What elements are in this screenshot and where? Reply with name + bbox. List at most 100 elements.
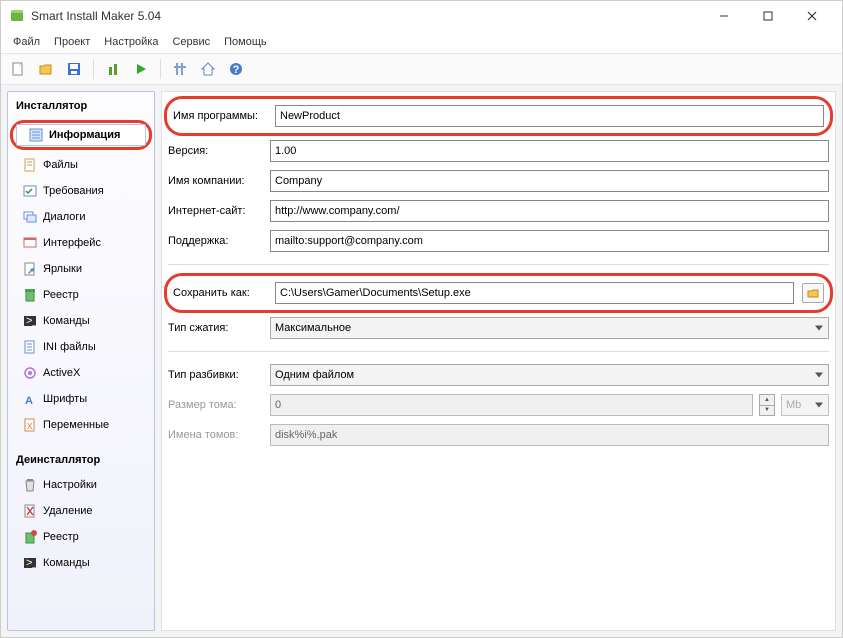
- requirements-icon: [22, 183, 38, 199]
- separator: [168, 351, 829, 352]
- trash-icon: [22, 477, 38, 493]
- build-icon[interactable]: [102, 58, 124, 80]
- sidebar-item-fonts[interactable]: A Шрифты: [10, 388, 152, 410]
- close-button[interactable]: [790, 2, 834, 30]
- sidebar-label: Диалоги: [43, 211, 86, 223]
- input-company[interactable]: [270, 170, 829, 192]
- dialogs-icon: [22, 209, 38, 225]
- sidebar-item-files[interactable]: Файлы: [10, 154, 152, 176]
- minimize-button[interactable]: [702, 2, 746, 30]
- sidebar-item-interface[interactable]: Интерфейс: [10, 232, 152, 254]
- svg-text:A: A: [25, 395, 33, 407]
- sidebar-label: Удаление: [43, 505, 93, 517]
- menu-settings[interactable]: Настройка: [98, 34, 164, 50]
- maximize-button[interactable]: [746, 2, 790, 30]
- registry-red-icon: [22, 529, 38, 545]
- toolbar-separator: [160, 59, 161, 79]
- select-volume-unit: Mb: [781, 394, 829, 416]
- interface-icon: [22, 235, 38, 251]
- label-volume-size: Размер тома:: [168, 399, 264, 411]
- tools-icon[interactable]: [169, 58, 191, 80]
- sidebar-item-shortcuts[interactable]: Ярлыки: [10, 258, 152, 280]
- label-volume-names: Имена томов:: [168, 429, 264, 441]
- sidebar-label: Ярлыки: [43, 263, 82, 275]
- select-compression[interactable]: Максимальное: [270, 317, 829, 339]
- sidebar-label: Команды: [43, 557, 90, 569]
- sidebar-item-ini[interactable]: INI файлы: [10, 336, 152, 358]
- sidebar-label: Реестр: [43, 531, 79, 543]
- titlebar: Smart Install Maker 5.04: [1, 1, 842, 31]
- label-version: Версия:: [168, 145, 264, 157]
- sidebar-item-information[interactable]: Информация: [16, 124, 146, 146]
- sidebar-label: INI файлы: [43, 341, 96, 353]
- input-website[interactable]: [270, 200, 829, 222]
- label-company: Имя компании:: [168, 175, 264, 187]
- open-folder-icon[interactable]: [35, 58, 57, 80]
- sidebar-item-requirements[interactable]: Требования: [10, 180, 152, 202]
- info-icon: [28, 127, 44, 143]
- main-body: Инсталлятор Информация Файлы Требования …: [1, 85, 842, 637]
- toolbar: ?: [1, 53, 842, 85]
- sidebar-item-commands[interactable]: >_Команды: [10, 310, 152, 332]
- input-save-as[interactable]: [275, 282, 794, 304]
- input-support[interactable]: [270, 230, 829, 252]
- window-controls: [702, 2, 834, 30]
- label-website: Интернет-сайт:: [168, 205, 264, 217]
- input-volume-names: [270, 424, 829, 446]
- toolbar-separator: [93, 59, 94, 79]
- menu-project[interactable]: Проект: [48, 34, 96, 50]
- help-icon[interactable]: ?: [225, 58, 247, 80]
- sidebar-item-unregistry[interactable]: Реестр: [10, 526, 152, 548]
- label-save-as: Сохранить как:: [173, 287, 269, 299]
- separator: [168, 264, 829, 265]
- browse-button[interactable]: [802, 283, 824, 303]
- app-icon: [9, 8, 25, 24]
- sidebar-item-activex[interactable]: ActiveX: [10, 362, 152, 384]
- svg-text:x: x: [27, 420, 33, 432]
- sidebar-item-uncommands[interactable]: >_Команды: [10, 552, 152, 574]
- run-icon[interactable]: [130, 58, 152, 80]
- sidebar-item-unsettings[interactable]: Настройки: [10, 474, 152, 496]
- home-icon[interactable]: [197, 58, 219, 80]
- fonts-icon: A: [22, 391, 38, 407]
- menu-file[interactable]: Файл: [7, 34, 46, 50]
- volume-size-spinner: ▲▼: [759, 394, 775, 416]
- commands-icon: >_: [22, 313, 38, 329]
- svg-text:?: ?: [233, 64, 240, 76]
- spin-up-icon: ▲: [760, 395, 774, 406]
- sidebar-item-registry[interactable]: Реестр: [10, 284, 152, 306]
- svg-text:>_: >_: [26, 315, 38, 327]
- menu-help[interactable]: Помощь: [218, 34, 273, 50]
- sidebar-label: Переменные: [43, 419, 109, 431]
- spin-down-icon: ▼: [760, 406, 774, 416]
- sidebar-label: Настройки: [43, 479, 97, 491]
- sidebar-item-delete[interactable]: Удаление: [10, 500, 152, 522]
- menubar: Файл Проект Настройка Сервис Помощь: [1, 31, 842, 53]
- menu-service[interactable]: Сервис: [166, 34, 216, 50]
- sidebar-item-dialogs[interactable]: Диалоги: [10, 206, 152, 228]
- registry-icon: [22, 287, 38, 303]
- new-file-icon[interactable]: [7, 58, 29, 80]
- sidebar-label: Требования: [43, 185, 104, 197]
- sidebar-label: Информация: [49, 129, 120, 141]
- files-icon: [22, 157, 38, 173]
- input-program-name[interactable]: [275, 105, 824, 127]
- input-volume-size: [270, 394, 753, 416]
- select-split[interactable]: Одним файлом: [270, 364, 829, 386]
- variables-icon: x: [22, 417, 38, 433]
- label-support: Поддержка:: [168, 235, 264, 247]
- installer-section-title: Инсталлятор: [10, 96, 152, 116]
- sidebar-label: Интерфейс: [43, 237, 101, 249]
- uninstaller-section-title: Деинсталлятор: [10, 450, 152, 470]
- sidebar-label: Файлы: [43, 159, 78, 171]
- save-icon[interactable]: [63, 58, 85, 80]
- input-version[interactable]: [270, 140, 829, 162]
- app-window: Smart Install Maker 5.04 Файл Проект Нас…: [0, 0, 843, 638]
- highlight-information: Информация: [10, 120, 152, 150]
- shortcuts-icon: [22, 261, 38, 277]
- sidebar-item-variables[interactable]: x Переменные: [10, 414, 152, 436]
- sidebar-label: Шрифты: [43, 393, 87, 405]
- highlight-save-as: Сохранить как:: [164, 273, 833, 313]
- delete-icon: [22, 503, 38, 519]
- window-title: Smart Install Maker 5.04: [31, 9, 702, 23]
